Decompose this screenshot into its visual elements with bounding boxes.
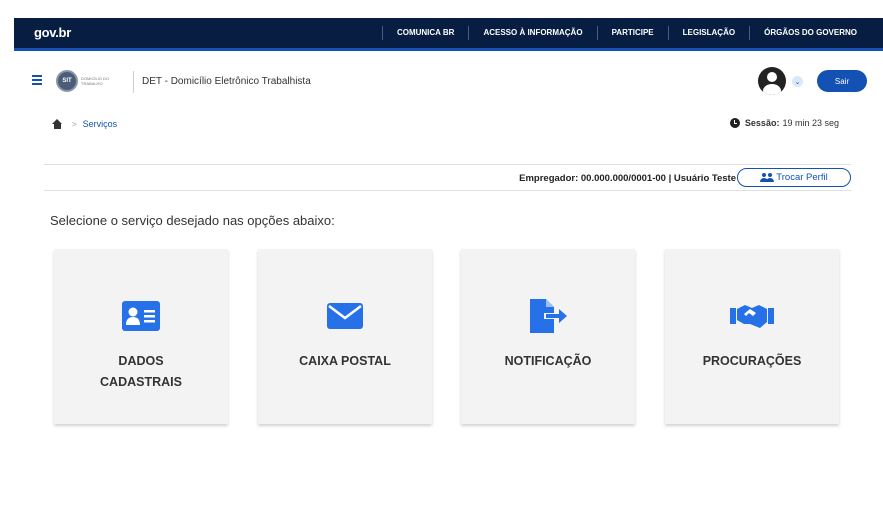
- gov-link-participe[interactable]: PARTICIPE: [596, 26, 668, 40]
- card-label: DADOS CADASTRAIS: [100, 354, 182, 389]
- page: gov.br COMUNICA BR ACESSO À INFORMAÇÃO P…: [14, 18, 883, 527]
- switch-profile-button[interactable]: Trocar Perfil: [737, 168, 851, 187]
- logout-button[interactable]: Sair: [817, 70, 867, 92]
- clock-icon: [729, 118, 740, 128]
- gov-link-comunica-br[interactable]: COMUNICA BR: [381, 26, 468, 40]
- gov-nav: COMUNICA BR ACESSO À INFORMAÇÃO PARTICIP…: [381, 18, 871, 48]
- gov-link-acesso-informacao[interactable]: ACESSO À INFORMAÇÃO: [468, 26, 596, 40]
- switch-profile-label: Trocar Perfil: [776, 172, 828, 183]
- gov-link-orgaos-governo[interactable]: ÓRGÃOS DO GOVERNO: [749, 26, 871, 40]
- app-title: DET - Domicílio Eletrônico Trabalhista: [142, 76, 311, 87]
- breadcrumb: > Serviços: [52, 119, 117, 129]
- sit-logo-badge: SIT: [56, 70, 78, 92]
- sit-logo-subtitle: DOMICÍLIO DO TRABALHO: [81, 76, 110, 86]
- app-header: SIT DOMICÍLIO DO TRABALHO DET - Domicíli…: [14, 51, 883, 113]
- gov-top-bar: gov.br COMUNICA BR ACESSO À INFORMAÇÃO P…: [14, 18, 883, 51]
- card-label: PROCURAÇÕES: [702, 354, 802, 368]
- handshake-icon: [730, 305, 774, 328]
- card-dados-cadastrais[interactable]: DADOS CADASTRAIS: [54, 249, 228, 424]
- breadcrumb-current[interactable]: Serviços: [83, 119, 118, 129]
- gov-link-legislacao[interactable]: LEGISLAÇÃO: [667, 26, 749, 40]
- card-label: CAIXA POSTAL: [299, 354, 391, 368]
- users-icon: [760, 173, 775, 182]
- card-notificacao[interactable]: NOTIFICAÇÃO: [461, 249, 635, 424]
- sit-logo[interactable]: SIT DOMICÍLIO DO TRABALHO: [56, 70, 126, 92]
- home-icon[interactable]: [52, 119, 63, 129]
- card-caixa-postal[interactable]: CAIXA POSTAL: [258, 249, 432, 424]
- breadcrumb-separator: >: [72, 119, 77, 129]
- avatar-icon[interactable]: [758, 67, 786, 95]
- session-label: Sessão:: [744, 118, 780, 128]
- header-divider: [133, 71, 134, 93]
- session-time: 19 min 23 seg: [782, 118, 839, 128]
- menu-icon[interactable]: [32, 75, 42, 85]
- envelope-icon: [327, 303, 363, 329]
- id-card-icon: [122, 301, 160, 331]
- session-timer: Sessão: 19 min 23 seg: [729, 118, 839, 128]
- govbr-logo[interactable]: gov.br: [34, 25, 71, 40]
- instruction-text: Selecione o serviço desejado nas opções …: [50, 213, 335, 228]
- card-procuracoes[interactable]: PROCURAÇÕES: [665, 249, 839, 424]
- chevron-down-icon[interactable]: ⌄: [792, 76, 803, 87]
- card-label: NOTIFICAÇÃO: [504, 354, 592, 368]
- profile-bar: Empregador: 00.000.000/0001-00 | Usuário…: [44, 164, 851, 191]
- file-export-icon: [530, 299, 567, 333]
- employer-info: Empregador: 00.000.000/0001-00 | Usuário…: [519, 173, 736, 184]
